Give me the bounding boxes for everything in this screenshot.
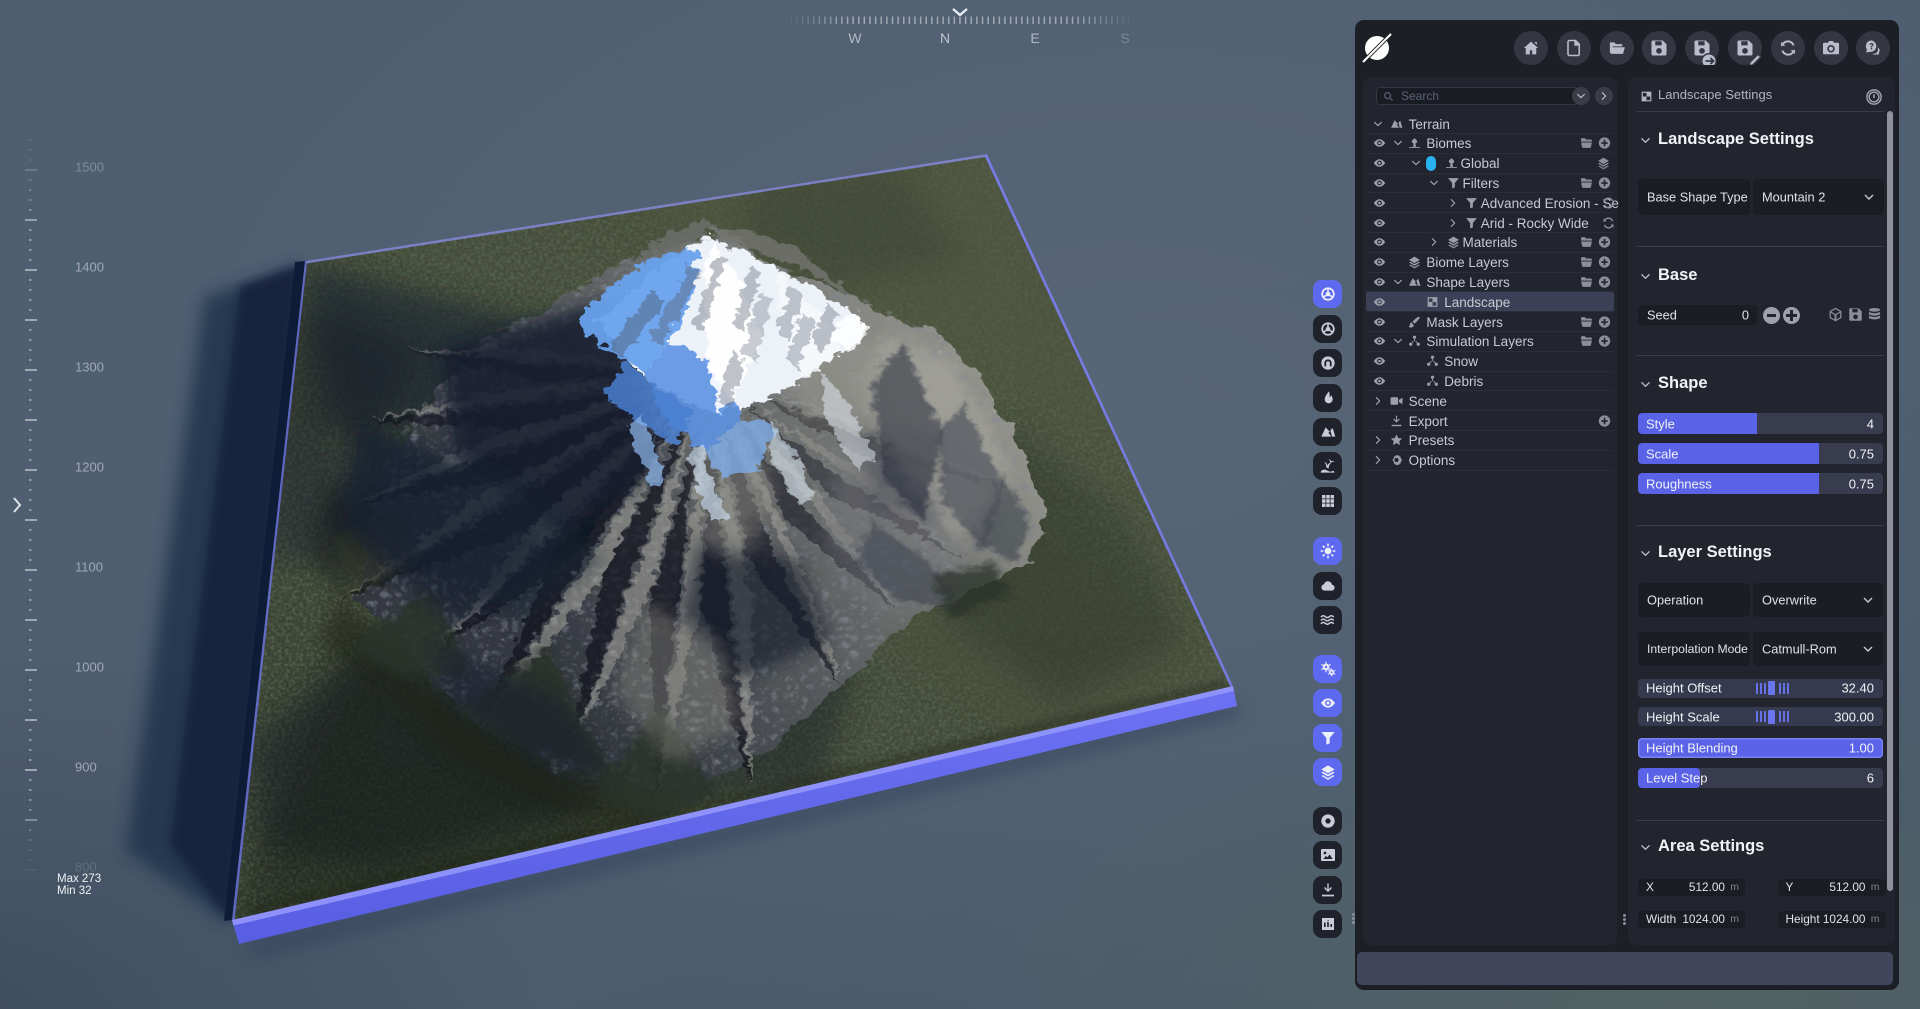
svg-text:1300: 1300	[75, 360, 104, 375]
svg-text:S: S	[1120, 30, 1129, 46]
svg-text:N: N	[940, 30, 950, 46]
svg-text:1400: 1400	[75, 260, 104, 275]
svg-text:E: E	[1030, 30, 1039, 46]
svg-text:900: 900	[75, 760, 97, 775]
svg-text:1500: 1500	[75, 160, 104, 175]
svg-text:1100: 1100	[75, 560, 103, 575]
svg-text:1200: 1200	[75, 460, 104, 475]
svg-text:1000: 1000	[75, 660, 104, 675]
svg-text:W: W	[848, 30, 862, 46]
svg-text:Min 32: Min 32	[57, 885, 92, 897]
svg-text:Max 273: Max 273	[57, 873, 101, 885]
